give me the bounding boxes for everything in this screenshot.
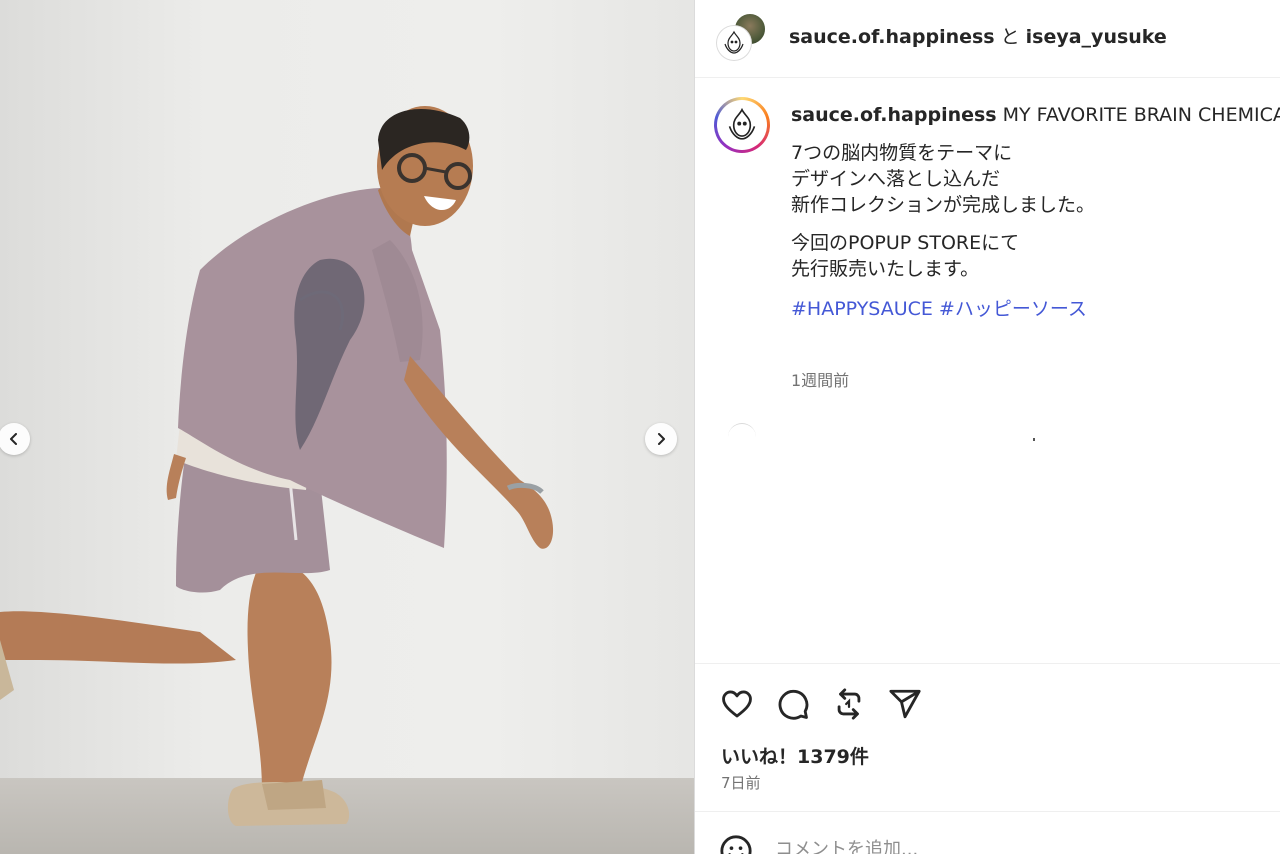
caption-username[interactable]: sauce.of.happiness [791,104,997,126]
like-count[interactable]: いいね！1379件 [721,742,869,769]
brand-logo-icon [728,107,756,140]
post-photo [0,106,554,826]
heart-icon [722,690,752,718]
loading-spinner-icon [728,423,756,437]
share-button[interactable] [885,684,925,724]
next-image-button[interactable] [645,423,677,455]
comment-bar [695,811,1280,854]
hashtag-link[interactable]: #HAPPYSAUCE [791,298,933,320]
header-conjunction: と [1000,26,1020,48]
comment-input[interactable] [775,836,1255,854]
chevron-right-icon [658,433,665,445]
header-username-1[interactable]: sauce.of.happiness [789,26,995,48]
caption-line: 7つの脳内物質をテーマに [791,142,1013,164]
caption-hashtags: #HAPPYSAUCE #ハッピーソース [791,296,1280,322]
header-username-2[interactable]: iseya_yusuke [1026,26,1167,48]
share-icon [889,689,921,719]
post-side-panel: sauce.of.happiness と iseya_yusuke sauce.of… [694,0,1280,854]
caption-line: デザインへ落とし込んだ [791,168,1001,190]
caption-first-line: MY FAVORITE BRAIN CHEMICALS [1002,104,1280,126]
collab-avatars[interactable] [717,12,767,62]
loading-dot [1033,438,1035,441]
comment-icon [778,689,809,720]
repost-icon [837,688,861,720]
comment-button[interactable] [773,684,813,724]
caption-paragraph-1: 7つの脳内物質をテーマに デザインへ落とし込んだ 新作コレクションが完成しました… [791,140,1280,218]
post-header: sauce.of.happiness と iseya_yusuke [695,0,1280,78]
header-usernames: sauce.of.happiness と iseya_yusuke [789,22,1167,49]
action-icon-row [717,684,925,724]
post-media [0,0,694,854]
chevron-left-icon [10,433,17,445]
caption-line: 今回のPOPUP STOREにて [791,232,1020,254]
caption-line: 先行販売いたします。 [791,258,980,280]
caption-paragraph-2: 今回のPOPUP STOREにて 先行販売いたします。 [791,230,1280,282]
caption-text: sauce.of.happiness MY FAVORITE BRAIN CHEM… [791,102,1280,322]
post-date: 7日前 [721,774,761,792]
emoji-icon[interactable] [719,834,753,854]
caption-timestamp: 1週間前 [791,371,850,390]
post-actions: いいね！1379件 7日前 [695,663,1280,811]
caption-avatar[interactable] [714,97,770,153]
caption-area: sauce.of.happiness MY FAVORITE BRAIN CHEM… [695,78,1280,663]
like-button[interactable] [717,684,757,724]
hashtag-link[interactable]: #ハッピーソース [939,298,1087,320]
avatar-sauce-of-happiness[interactable] [717,26,751,60]
brand-logo-icon [724,30,744,54]
caption-line: 新作コレクションが完成しました。 [791,194,1096,216]
repost-button[interactable] [829,684,869,724]
